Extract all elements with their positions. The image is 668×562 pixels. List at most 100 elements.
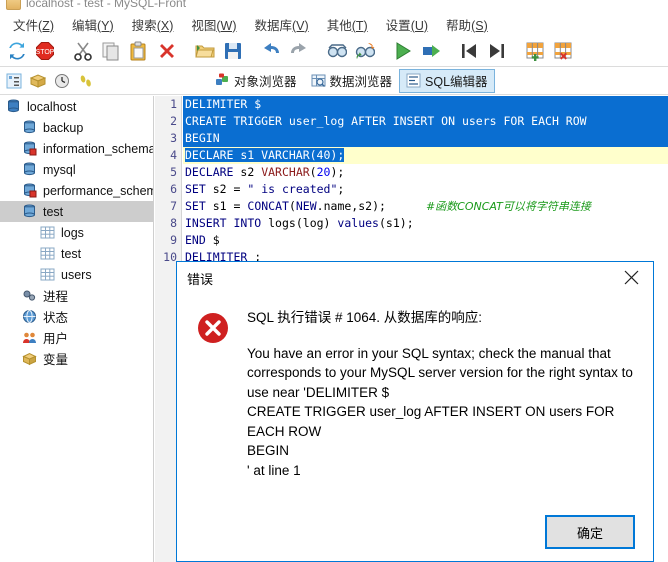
code-line[interactable]: DECLARE s1 VARCHAR(40);	[183, 147, 668, 164]
execute-step-icon[interactable]	[417, 37, 445, 65]
sidebar-item-11[interactable]: 用户	[0, 327, 153, 348]
menu-item-label: 文件	[13, 18, 39, 33]
close-icon[interactable]	[609, 262, 653, 292]
dialog-footer: 确定	[177, 503, 653, 561]
sidebar-item-label: information_schema	[43, 141, 154, 156]
first-record-icon[interactable]	[455, 37, 483, 65]
menu-item-label: 帮助	[446, 18, 472, 33]
sidebar-item-label: 变量	[43, 353, 69, 367]
stop-icon[interactable]: STOP	[31, 37, 59, 65]
copy-icon[interactable]	[97, 37, 125, 65]
save-icon[interactable]	[219, 37, 247, 65]
undo-icon[interactable]	[257, 37, 285, 65]
dialog-message: You have an error in your SQL syntax; ch…	[247, 345, 633, 478]
redo-icon[interactable]	[285, 37, 313, 65]
dialog-body: SQL 执行错误 # 1064. 从数据库的响应: You have an er…	[177, 294, 653, 503]
tab-data-browser[interactable]: 数据浏览器	[304, 69, 400, 93]
refresh-icon[interactable]	[3, 37, 31, 65]
menu-item-1[interactable]: 文件(Z)	[4, 13, 63, 36]
code-line[interactable]: DELIMITER $	[183, 96, 668, 113]
sidebar-item-12[interactable]: 变量	[0, 348, 153, 369]
tab-sql-editor[interactable]: SQL编辑器	[399, 68, 495, 93]
mysql-front-window: localhost - test - MySQL-Front 文件(Z) 编辑(Y…	[0, 0, 668, 562]
sidebar-item-7[interactable]: test	[0, 243, 153, 264]
sidebar-item-4[interactable]: performance_schema	[0, 180, 153, 201]
cut-icon[interactable]	[69, 37, 97, 65]
table-icon	[40, 225, 55, 240]
sql-editor-icon	[406, 73, 421, 88]
menu-item-accel: (S)	[471, 18, 488, 33]
sidebar-item-10[interactable]: 状态	[0, 306, 153, 327]
line-number: 2	[170, 114, 177, 128]
table-icon	[40, 246, 55, 261]
sidebar-item-label: performance_schema	[43, 183, 154, 198]
object-browser-icon	[215, 73, 230, 88]
menu-item-accel: (X)	[156, 18, 174, 33]
footsteps-icon[interactable]	[74, 69, 98, 93]
code-line[interactable]: SET s2 = " is created";	[183, 181, 668, 198]
database-icon	[22, 120, 37, 135]
menu-item-label: 视图	[191, 18, 217, 33]
sidebar-item-9[interactable]: 进程	[0, 285, 153, 306]
package-icon[interactable]	[26, 69, 50, 93]
sidebar-item-label: 用户	[43, 332, 69, 346]
object-tree-sidebar[interactable]: localhost backup information_schemamysql pe…	[0, 96, 154, 562]
sidebar-item-2[interactable]: information_schema	[0, 138, 153, 159]
error-dialog: 错误 SQL 执行错误 # 1064. 从数据库的响应: You have an…	[176, 261, 654, 562]
sidebar-item-1[interactable]: backup	[0, 117, 153, 138]
main-toolbar: STOP	[0, 35, 668, 67]
menu-item-accel: (V)	[292, 18, 309, 33]
menu-item-8[interactable]: 帮助(S)	[437, 13, 497, 36]
system-db-icon	[22, 141, 37, 156]
delete-record-icon[interactable]	[549, 37, 577, 65]
last-record-icon[interactable]	[483, 37, 511, 65]
sidebar-item-3[interactable]: mysql	[0, 159, 153, 180]
add-record-icon[interactable]	[521, 37, 549, 65]
paste-icon[interactable]	[125, 37, 153, 65]
menu-item-2[interactable]: 编辑(Y)	[63, 13, 123, 36]
sidebar-item-label: test	[61, 246, 82, 261]
menu-item-7[interactable]: 设置(U)	[377, 13, 437, 36]
code-line[interactable]: CREATE TRIGGER user_log AFTER INSERT ON …	[183, 113, 668, 130]
sidebar-item-5[interactable]: test	[0, 201, 153, 222]
menu-item-3[interactable]: 搜索(X)	[123, 13, 183, 36]
tab-object-browser-label: 对象浏览器	[234, 75, 297, 89]
execute-icon[interactable]	[389, 37, 417, 65]
sidebar-item-8[interactable]: users	[0, 264, 153, 285]
open-folder-icon[interactable]	[191, 37, 219, 65]
code-line[interactable]: DECLARE s2 VARCHAR(20);	[183, 164, 668, 181]
secondary-toolbar: 对象浏览器 数据浏览器 SQL编辑器	[0, 67, 668, 95]
code-line[interactable]: INSERT INTO logs(log) values(s1);	[183, 215, 668, 232]
code-line[interactable]: BEGIN	[183, 130, 668, 147]
dialog-heading: SQL 执行错误 # 1064. 从数据库的响应:	[247, 310, 483, 325]
menu-item-accel: (Y)	[97, 18, 114, 33]
tree-view-icon[interactable]	[2, 69, 26, 93]
menu-item-5[interactable]: 数据库(V)	[246, 13, 318, 36]
selected-text: DECLARE s1 VARCHAR(40);	[185, 148, 345, 162]
data-browser-icon	[311, 73, 326, 88]
code-line[interactable]: END $	[183, 232, 668, 249]
find-replace-icon[interactable]	[351, 37, 379, 65]
line-number: 6	[170, 182, 177, 196]
sidebar-item-6[interactable]: logs	[0, 222, 153, 243]
sidebar-item-0[interactable]: localhost	[0, 96, 153, 117]
database-icon	[22, 204, 37, 219]
ok-button[interactable]: 确定	[545, 515, 635, 549]
menu-item-6[interactable]: 其他(T)	[318, 13, 377, 36]
menu-item-label: 数据库	[254, 18, 293, 33]
code-line[interactable]: SET s1 = CONCAT(NEW.name,s2); #函数CONCAT可以…	[183, 198, 668, 215]
menu-item-label: 搜索	[131, 18, 157, 33]
menu-item-4[interactable]: 视图(W)	[182, 13, 245, 36]
sidebar-item-label: 状态	[43, 311, 69, 325]
menu-item-accel: (W)	[216, 18, 237, 33]
sidebar-item-label: test	[43, 204, 64, 219]
tab-object-browser[interactable]: 对象浏览器	[208, 69, 304, 93]
status-icon	[22, 309, 37, 324]
line-number: 5	[170, 165, 177, 179]
menu-item-label: 设置	[385, 18, 411, 33]
dialog-title: 错误	[187, 271, 214, 287]
delete-icon[interactable]	[153, 37, 181, 65]
find-icon[interactable]	[323, 37, 351, 65]
menu-item-accel: (Z)	[38, 18, 54, 33]
history-clock-icon[interactable]	[50, 69, 74, 93]
